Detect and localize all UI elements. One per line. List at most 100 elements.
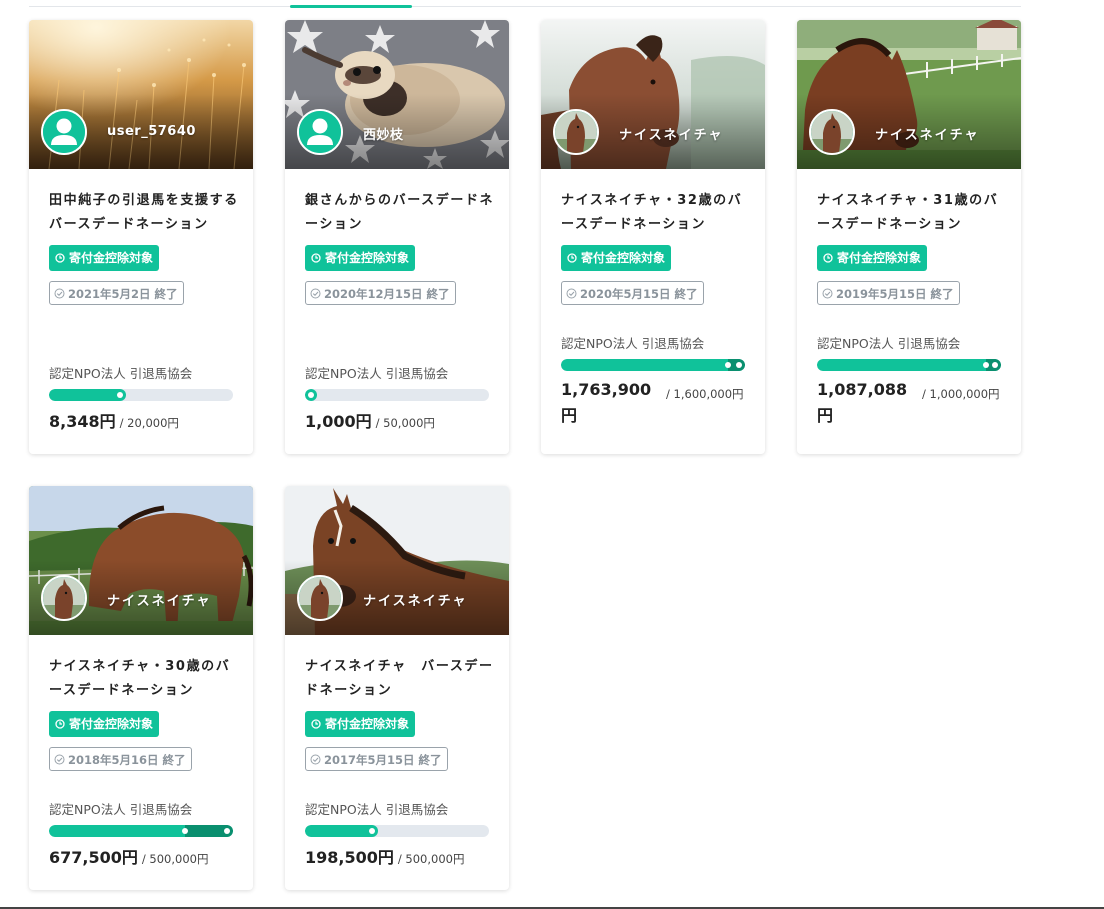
tax-deduction-label: 寄付金控除対象 [69, 251, 154, 265]
donation-card[interactable]: ナイスネイチャ ナイスネイチャ・31歳のバースデードネーション 寄付金控除対象 … [797, 20, 1021, 454]
campaign-title[interactable]: ナイスネイチャ・32歳のバースデードネーション [561, 189, 751, 237]
tax-deduction-label: 寄付金控除対象 [837, 251, 922, 265]
progress-marker [369, 828, 376, 834]
owner-avatar[interactable] [553, 109, 599, 155]
goal-amount: / 1,600,000円 [666, 387, 744, 401]
ended-date: 2020年12月15日 終了 [324, 287, 450, 301]
organization-name: 認定NPO法人 引退馬協会 [305, 802, 449, 817]
progress-marker [224, 828, 230, 834]
ended-badge: 2021年5月2日 終了 [49, 281, 184, 305]
progress-marker [736, 362, 742, 368]
check-circle-icon [310, 288, 321, 299]
clock-icon [567, 253, 577, 263]
progress-marker [308, 392, 314, 398]
ended-date: 2019年5月15日 終了 [836, 287, 954, 301]
check-circle-icon [822, 288, 833, 299]
owner-avatar[interactable] [297, 575, 343, 621]
progress-bar [49, 825, 233, 837]
goal-amount: / 1,000,000円 [922, 387, 1000, 401]
amount-row: 198,500円/ 500,000円 [305, 844, 464, 868]
amount-row: 1,000円/ 50,000円 [305, 408, 435, 432]
progress-bar-fill [305, 825, 379, 837]
tax-deduction-badge: 寄付金控除対象 [305, 245, 416, 271]
progress-bar-fill [817, 359, 1001, 371]
check-circle-icon [54, 288, 65, 299]
owner-avatar[interactable] [297, 109, 343, 155]
ended-badge: 2020年12月15日 終了 [305, 281, 456, 305]
tax-deduction-badge: 寄付金控除対象 [561, 245, 672, 271]
owner-name[interactable]: ナイスネイチャ [363, 590, 467, 609]
ended-date: 2018年5月16日 終了 [68, 753, 186, 767]
owner-name[interactable]: user_57640 [107, 124, 196, 139]
check-circle-icon [566, 288, 577, 299]
raised-amount: 8,348円 [49, 412, 116, 431]
raised-amount: 677,500円 [49, 848, 138, 867]
check-circle-icon [310, 754, 321, 765]
ended-badge: 2018年5月16日 終了 [49, 747, 192, 771]
campaign-title[interactable]: 田中純子の引退馬を支援するバースデードネーション [49, 189, 239, 237]
progress-bar [817, 359, 1001, 371]
tax-deduction-label: 寄付金控除対象 [325, 251, 410, 265]
ended-date: 2021年5月2日 終了 [68, 287, 178, 301]
campaign-title[interactable]: ナイスネイチャ・31歳のバースデードネーション [817, 189, 1007, 237]
progress-bar [305, 389, 489, 401]
clock-icon [55, 253, 65, 263]
amount-row: 8,348円/ 20,000円 [49, 408, 179, 432]
horse-photo-icon [299, 577, 341, 619]
tax-deduction-badge: 寄付金控除対象 [49, 711, 160, 737]
organization-name: 認定NPO法人 引退馬協会 [49, 802, 193, 817]
tax-deduction-label: 寄付金控除対象 [581, 251, 666, 265]
tax-deduction-badge: 寄付金控除対象 [305, 711, 416, 737]
tax-deduction-label: 寄付金控除対象 [69, 717, 154, 731]
progress-marker [724, 362, 731, 368]
donation-card[interactable]: ナイスネイチャ ナイスネイチャ バースデードネーション 寄付金控除対象 2017… [285, 486, 509, 890]
campaign-title[interactable]: 銀さんからのバースデードネーション [305, 189, 495, 237]
owner-name[interactable]: 西妙枝 [363, 124, 404, 143]
organization-name: 認定NPO法人 引退馬協会 [817, 336, 961, 351]
tax-deduction-badge: 寄付金控除対象 [49, 245, 160, 271]
ended-date: 2020年5月15日 終了 [580, 287, 698, 301]
user-silhouette-icon [43, 111, 85, 153]
campaign-title[interactable]: ナイスネイチャ バースデードネーション [305, 655, 495, 703]
ended-date: 2017年5月15日 終了 [324, 753, 442, 767]
progress-marker [992, 362, 998, 368]
raised-amount: 1,087,088円 [817, 380, 908, 425]
donation-card[interactable]: ナイスネイチャ ナイスネイチャ・32歳のバースデードネーション 寄付金控除対象 … [541, 20, 765, 454]
campaign-title[interactable]: ナイスネイチャ・30歳のバースデードネーション [49, 655, 239, 703]
tabs-divider [29, 6, 1021, 7]
progress-bar-fill [49, 389, 127, 401]
organization-name: 認定NPO法人 引退馬協会 [49, 366, 193, 381]
ended-badge: 2020年5月15日 終了 [561, 281, 704, 305]
clock-icon [311, 719, 321, 729]
progress-bar [305, 825, 489, 837]
clock-icon [823, 253, 833, 263]
amount-row: 677,500円/ 500,000円 [49, 844, 208, 868]
active-tab-indicator [290, 5, 412, 8]
goal-amount: / 500,000円 [397, 852, 465, 866]
owner-avatar[interactable] [41, 109, 87, 155]
raised-amount: 198,500円 [305, 848, 394, 867]
donation-card[interactable]: ナイスネイチャ ナイスネイチャ・30歳のバースデードネーション 寄付金控除対象 … [29, 486, 253, 890]
ended-badge: 2019年5月15日 終了 [817, 281, 960, 305]
owner-name[interactable]: ナイスネイチャ [107, 590, 211, 609]
progress-bar [561, 359, 745, 371]
clock-icon [55, 719, 65, 729]
owner-avatar[interactable] [809, 109, 855, 155]
horse-photo-icon [811, 111, 853, 153]
clock-icon [311, 253, 321, 263]
progress-bar [49, 389, 233, 401]
organization-name: 認定NPO法人 引退馬協会 [305, 366, 449, 381]
ended-badge: 2017年5月15日 終了 [305, 747, 448, 771]
organization-name: 認定NPO法人 引退馬協会 [561, 336, 705, 351]
user-silhouette-icon [299, 111, 341, 153]
progress-marker [181, 828, 188, 834]
owner-name[interactable]: ナイスネイチャ [875, 124, 979, 143]
horse-photo-icon [43, 577, 85, 619]
owner-avatar[interactable] [41, 575, 87, 621]
donation-card[interactable]: user_57640 田中純子の引退馬を支援するバースデードネーション 寄付金控… [29, 20, 253, 454]
owner-name[interactable]: ナイスネイチャ [619, 124, 723, 143]
goal-amount: / 50,000円 [375, 416, 435, 430]
progress-bar-fill [561, 359, 745, 371]
donation-card[interactable]: 西妙枝 銀さんからのバースデードネーション 寄付金控除対象 2020年12月15… [285, 20, 509, 454]
raised-amount: 1,763,900円 [561, 380, 652, 425]
